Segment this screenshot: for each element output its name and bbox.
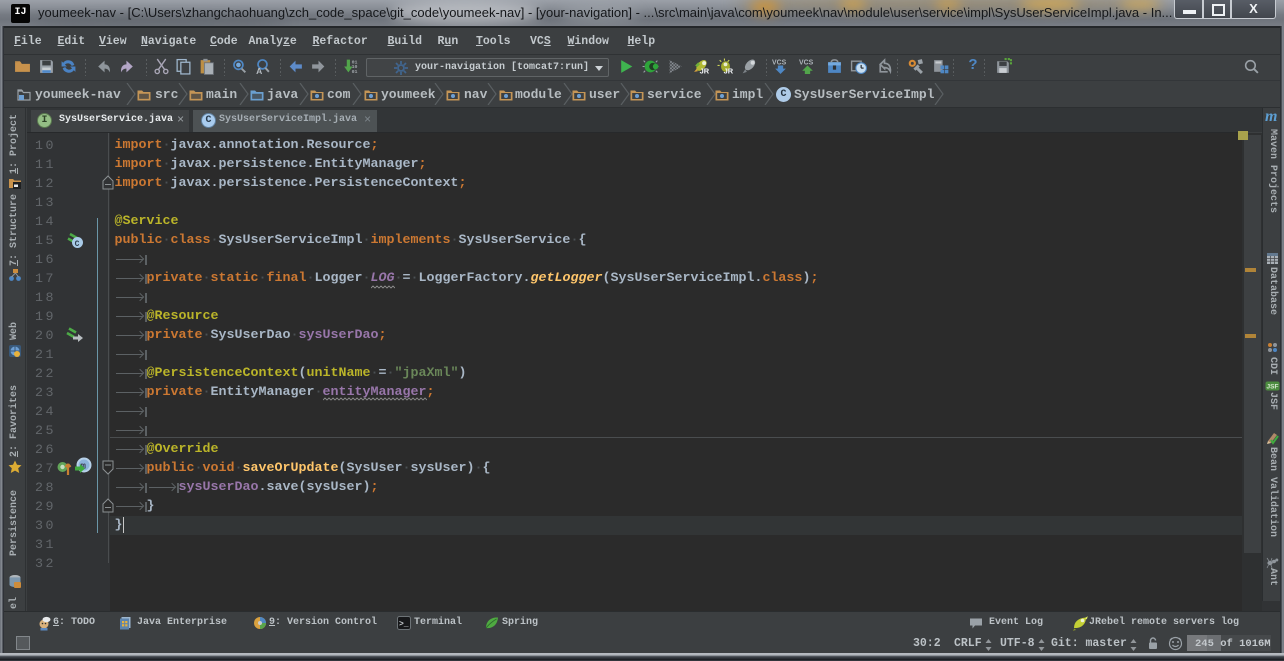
svg-text:VCS: VCS [799, 59, 814, 66]
svg-text:JR: JR [724, 67, 734, 75]
svg-text:A: A [256, 66, 262, 75]
svg-text:>_: >_ [399, 620, 409, 629]
svg-text:VCS: VCS [772, 59, 787, 66]
svg-text:01: 01 [352, 69, 358, 75]
svg-text:JSF: JSF [1267, 384, 1279, 391]
svg-text:JR: JR [700, 67, 710, 75]
svg-text:C: C [75, 240, 80, 249]
